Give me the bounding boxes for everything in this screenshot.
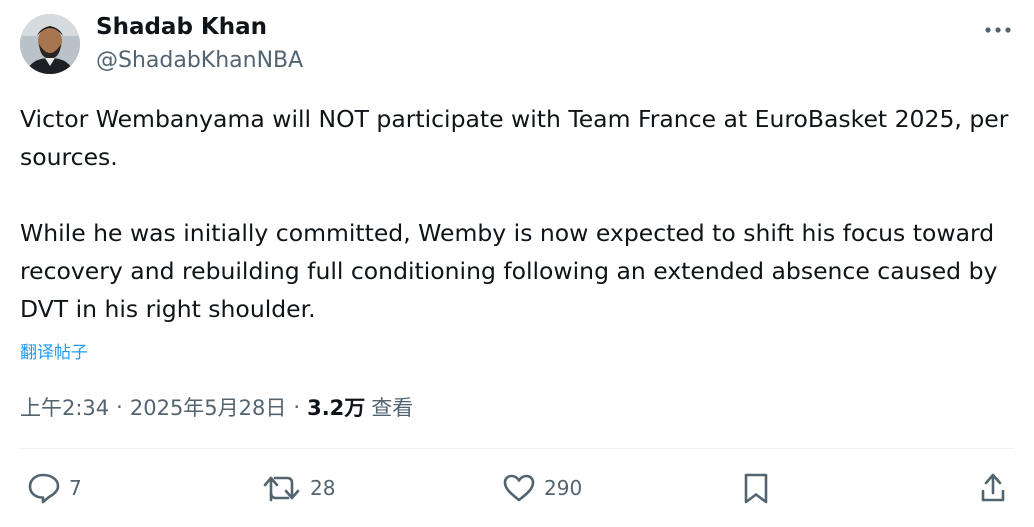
views-count: 3.2万	[307, 396, 366, 420]
separator-dot: ·	[116, 395, 123, 419]
like-button[interactable]: 290	[502, 462, 582, 514]
avatar[interactable]	[20, 14, 80, 74]
bookmark-icon	[744, 473, 768, 504]
tweet-paragraph: While he was initially committed, Wemby …	[20, 219, 998, 323]
repost-count: 28	[310, 476, 336, 500]
repost-button[interactable]: 28	[262, 462, 335, 514]
divider	[20, 448, 1014, 449]
tweet-meta: 上午2:34 · 2025年5月28日 · 3.2万 查看	[20, 392, 413, 422]
translate-post-link[interactable]: 翻译帖子	[20, 338, 88, 363]
views-label: 查看	[371, 396, 414, 420]
avatar-image	[20, 14, 80, 74]
post-time[interactable]: 上午2:34	[20, 392, 109, 422]
separator-dot: ·	[293, 395, 301, 419]
share-icon	[981, 473, 1005, 502]
author-handle[interactable]: @ShadabKhanNBA	[96, 48, 303, 73]
bookmark-button[interactable]	[740, 462, 772, 514]
more-icon	[985, 27, 1011, 33]
reply-count: 7	[69, 476, 82, 500]
author-name[interactable]: Shadab Khan	[96, 14, 267, 40]
tweet-paragraph: Victor Wembanyama will NOT participate w…	[20, 105, 1009, 171]
more-options-button[interactable]	[980, 16, 1016, 44]
reply-icon	[28, 473, 60, 504]
repost-icon	[263, 476, 300, 502]
share-button[interactable]	[978, 462, 1008, 514]
post-date[interactable]: 2025年5月28日	[130, 392, 287, 422]
action-bar: 7 28 290	[0, 462, 1034, 514]
reply-button[interactable]: 7	[27, 462, 82, 514]
tweet-text: Victor Wembanyama will NOT participate w…	[20, 100, 1015, 328]
like-icon	[503, 474, 535, 502]
like-count: 290	[544, 476, 583, 500]
